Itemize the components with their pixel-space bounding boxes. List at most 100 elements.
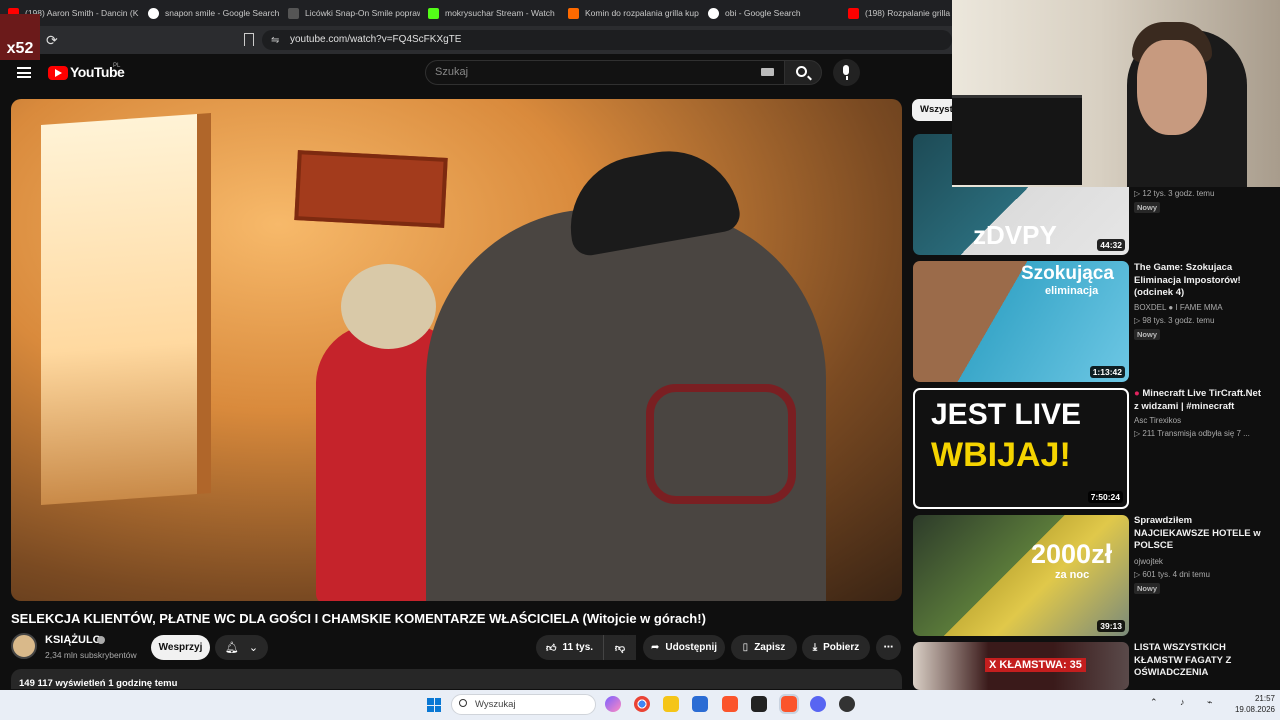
thumbnail-subtext: eliminacja [1045,285,1099,297]
browser-tab[interactable]: Komin do rozpalania grilla kup [560,0,700,26]
webcam-overlay [952,0,1280,187]
video-thumbnail[interactable]: JEST LIVE WBIJAJ! 7:50:24 [913,388,1129,509]
shop-favicon-icon [568,7,579,19]
microphone-icon[interactable] [833,59,860,86]
thumbs-down-icon: 👎︎ [614,642,626,654]
views-and-date: 149 117 wyświetleń 1 godzinę temu [19,678,178,689]
tab-label: snapon smile - Google Search [165,8,280,18]
region-code: PL [113,63,121,69]
app-icon[interactable] [839,696,855,712]
streamer-logo-overlay: x52 [0,14,40,60]
video-thumbnail[interactable]: 2000zł za noc 39:13 [913,515,1129,636]
browser-tab[interactable]: mokrysuchar Stream - Watch [420,0,560,26]
filter-chip-all[interactable]: Wszystkie [912,99,952,121]
channel-name[interactable]: Asc Tirexikos [1134,415,1274,427]
more-actions-button[interactable]: ⋯ [876,635,901,660]
browser-tab[interactable]: snapon smile - Google Search [140,0,280,26]
search-input[interactable] [425,60,785,85]
site-info-icon[interactable]: ⇋ [271,35,279,46]
new-badge: Nowy [1134,202,1160,213]
share-button[interactable]: ➦ Udostępnij [643,635,725,660]
bookmark-icon[interactable] [244,33,254,46]
clock-time[interactable]: 21:57 [1235,694,1275,703]
video-frame-logo-print [646,384,796,504]
system-tray-icons[interactable]: ⌃ ♪ ⌁ [1150,697,1222,708]
new-badge: Nowy [1134,583,1160,594]
tab-label: obi - Google Search [725,8,801,18]
thumbnail-text: 2000zł [1031,539,1113,569]
video-title-text: Minecraft Live TirCraft.Net z widzami | … [1134,388,1261,412]
support-button[interactable]: Wesprzyj [151,635,210,660]
video-frame-window [41,113,211,505]
verified-icon [97,636,105,644]
windows-start-icon[interactable] [427,698,441,712]
video-thumbnail[interactable]: Szokująca eliminacja 1:13:42 [913,261,1129,382]
video-duration: 7:50:24 [1087,491,1123,503]
thumbnail-subtext: za noc [1055,569,1090,581]
chrome-icon[interactable] [634,696,650,712]
tab-label: Licówki Snap-On Smile popraw [305,8,420,18]
menu-icon[interactable] [17,67,31,78]
discord-icon[interactable] [810,696,826,712]
thumbnail-subtext: WBIJAJ! [931,436,1071,474]
tab-label: mokrysuchar Stream - Watch [445,8,555,18]
keyboard-icon[interactable] [761,68,774,76]
thumbnail-text: zDVPY [973,220,1057,250]
taskbar-search-placeholder: Wyszukaj [475,699,516,710]
bookmark-icon: ▯ [742,642,749,653]
video-thumbnail[interactable]: X KŁAMSTWA: 35 [913,642,1129,690]
google-favicon-icon [148,7,159,19]
site-favicon-icon [288,7,299,19]
search-placeholder: Szukaj [435,66,469,78]
tab-label: (198) Rozpalanie grilla za [865,8,962,18]
google-favicon-icon [708,7,719,19]
channel-name[interactable]: ojwojtek [1134,556,1274,568]
thumbnail-text: JEST LIVE [931,398,1082,431]
video-title[interactable]: The Game: Szokujaca Eliminacja Impostoró… [1134,262,1264,300]
channel-name[interactable]: BOXDEL ● I FAME MMA [1134,302,1274,314]
youtube-favicon-icon [848,7,859,19]
save-button[interactable]: ▯ Zapisz [731,635,797,660]
brave-active-icon[interactable] [779,694,799,714]
download-button[interactable]: ⤓ Pobierz [802,635,870,660]
browser-tab[interactable]: Licówki Snap-On Smile popraw [280,0,420,26]
webcam-person-face [1137,40,1207,135]
download-icon: ⤓ [812,642,818,653]
video-duration: 44:32 [1097,239,1125,251]
file-explorer-icon[interactable] [663,696,679,712]
video-title: SELEKCJA KLIENTÓW, PŁATNE WC DLA GOŚCI I… [11,611,706,626]
youtube-logo-icon[interactable] [48,66,68,80]
store-icon[interactable] [692,696,708,712]
thumbnail-text: Szokująca [1021,263,1114,284]
brave-icon[interactable] [722,696,738,712]
reload-icon[interactable]: ⟳ [46,32,58,49]
webcam-monitor [952,95,1082,185]
clock-date[interactable]: 19.08.2026 [1225,705,1275,714]
channel-name[interactable]: KSIĄŻULO [45,634,101,646]
tab-label: (198) Aaron Smith - Dancin (K [25,8,139,18]
tab-label: Komin do rozpalania grilla kup [585,8,699,18]
copilot-icon[interactable] [605,696,621,712]
channel-avatar[interactable] [11,633,37,659]
new-badge: Nowy [1134,329,1160,340]
video-title[interactable]: LISTA WSZYSTKICH KŁAMSTW FAGATY Z OŚWIAD… [1134,642,1264,680]
video-title[interactable]: ● Minecraft Live TirCraft.Net z widzami … [1134,388,1264,413]
video-duration: 39:13 [1097,620,1125,632]
browser-tab[interactable]: obi - Google Search [700,0,840,26]
url-text[interactable]: youtube.com/watch?v=FQ4ScFKXgTE [290,34,461,45]
chevron-down-icon: ⌄ [248,642,259,654]
video-player[interactable] [11,99,902,601]
video-meta: ▷ 211 Transmisja odbyła się 7 ... [1134,429,1250,438]
download-label: Pobierz [823,642,860,653]
search-icon[interactable] [796,66,807,77]
taskbar-search[interactable] [451,694,596,715]
video-title[interactable]: Sprawdziłem NAJCIEKAWSZE HOTELE w POLSCE [1134,515,1264,553]
dislike-button[interactable]: 👎︎ [603,635,636,660]
video-meta: ▷ 12 tys. 3 godz. temu [1134,189,1215,198]
video-frame-sign [294,150,448,228]
app-icon[interactable] [751,696,767,712]
notification-button[interactable]: 🔔︎ ⌄ [215,635,268,660]
subscriber-count: 2,34 mln subskrybentów [45,650,137,660]
more-icon: ⋯ [883,642,894,653]
share-icon: ➦ [650,642,660,653]
